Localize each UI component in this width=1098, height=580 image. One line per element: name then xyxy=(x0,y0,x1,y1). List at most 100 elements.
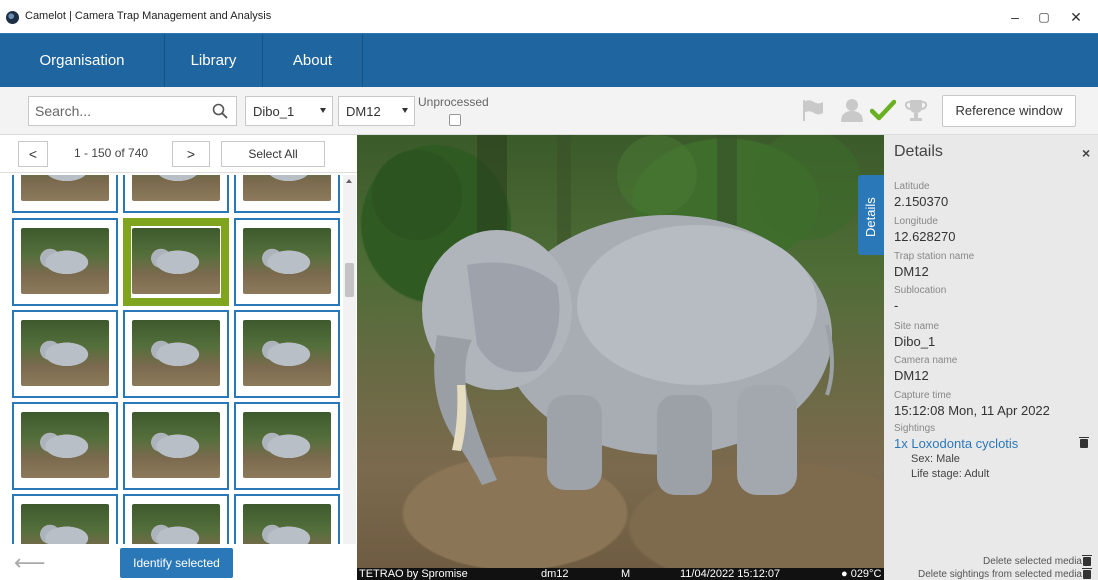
sighting-link[interactable]: 1x Loxodonta cyclotis xyxy=(894,436,1018,451)
details-tab-label: Details xyxy=(863,197,878,237)
sublocation-value: - xyxy=(894,298,899,313)
flag-icon[interactable] xyxy=(800,97,826,123)
camera-name-value: DM12 xyxy=(894,368,929,383)
thumbnail[interactable] xyxy=(12,175,118,213)
window-title: Camelot | Camera Trap Management and Ana… xyxy=(25,10,272,22)
trap-station-label: Trap station name xyxy=(894,251,975,262)
main-nav: Organisation Library About xyxy=(0,33,1098,88)
thumbnail[interactable] xyxy=(234,494,340,544)
thumbnail[interactable] xyxy=(234,218,340,306)
temperature: ● 029°C xyxy=(841,568,882,580)
latitude-label: Latitude xyxy=(894,181,930,192)
camera-id: dm12 xyxy=(541,568,569,580)
thumbnail-selected[interactable] xyxy=(123,218,229,306)
user-icon[interactable] xyxy=(839,97,865,123)
thumbnail[interactable] xyxy=(234,402,340,490)
media-library-panel: < 1 - 150 of 740 > Select All ⟵ Identify… xyxy=(0,135,357,580)
trash-icon xyxy=(1082,555,1092,566)
pagination-bar: < 1 - 150 of 740 > Select All xyxy=(0,135,357,173)
next-page-button[interactable]: > xyxy=(172,141,210,167)
thumbnail-image xyxy=(21,175,109,201)
image-caption-bar: TETRAO by Spromise dm12 M 11/04/2022 15:… xyxy=(357,568,884,580)
checkmark-icon[interactable] xyxy=(870,97,896,123)
site-name-label: Site name xyxy=(894,321,940,332)
thumbnail-grid[interactable] xyxy=(8,175,342,544)
site-select-value: Dibo_1 xyxy=(253,104,295,119)
library-bottom-bar: ⟵ Identify selected xyxy=(0,544,357,580)
scrollbar-thumb[interactable] xyxy=(345,263,354,297)
delete-sightings-link[interactable]: Delete sightings from selected media xyxy=(918,569,1082,580)
thumbnail[interactable] xyxy=(234,175,340,213)
unprocessed-label: Unprocessed xyxy=(418,95,489,109)
thumbnail-image xyxy=(132,412,220,478)
thumbnail[interactable] xyxy=(12,402,118,490)
select-all-button[interactable]: Select All xyxy=(221,141,325,167)
thumbnail[interactable] xyxy=(12,310,118,398)
thumbnail-image xyxy=(243,228,331,294)
camera-select-value: DM12 xyxy=(346,104,381,119)
nav-about[interactable]: About xyxy=(263,34,363,88)
details-title: Details xyxy=(894,143,943,160)
delete-media-link[interactable]: Delete selected media xyxy=(983,556,1082,567)
thumbnail[interactable] xyxy=(123,310,229,398)
thumbnail-image xyxy=(132,320,220,386)
thumbnail-image xyxy=(243,175,331,201)
close-icon[interactable]: × xyxy=(1082,145,1090,161)
thumbnail[interactable] xyxy=(12,218,118,306)
thumbnail-image xyxy=(243,320,331,386)
minimize-button[interactable]: – xyxy=(1000,6,1030,28)
sublocation-label: Sublocation xyxy=(894,285,947,296)
prev-page-button[interactable]: < xyxy=(18,141,48,167)
search-placeholder: Search... xyxy=(35,103,92,119)
sighting-sex: Sex: Male xyxy=(911,453,960,465)
camera-brand: TETRAO by Spromise xyxy=(359,568,468,580)
trophy-icon[interactable] xyxy=(903,97,929,123)
thumbnail[interactable] xyxy=(123,175,229,213)
capture-time-value: 15:12:08 Mon, 11 Apr 2022 xyxy=(894,403,1050,418)
thumbnail[interactable] xyxy=(12,494,118,544)
site-select[interactable]: Dibo_1 xyxy=(245,96,333,126)
reference-window-button[interactable]: Reference window xyxy=(942,95,1076,127)
page-range: 1 - 150 of 740 xyxy=(74,146,149,160)
trap-station-value: DM12 xyxy=(894,264,929,279)
longitude-value: 12.628270 xyxy=(894,229,956,244)
longitude-label: Longitude xyxy=(894,216,938,227)
details-panel: Details × Latitude 2.150370 Longitude 12… xyxy=(884,135,1098,580)
camera-mode: M xyxy=(621,568,631,580)
capture-time-label: Capture time xyxy=(894,390,952,401)
latitude-value: 2.150370 xyxy=(894,194,949,209)
nav-library[interactable]: Library xyxy=(165,34,263,88)
window-titlebar: Camelot | Camera Trap Management and Ana… xyxy=(0,0,1098,33)
camera-select[interactable]: DM12 xyxy=(338,96,415,126)
chevron-down-icon xyxy=(320,108,326,113)
thumbnail-image xyxy=(21,412,109,478)
chevron-down-icon xyxy=(402,108,408,113)
maximize-button[interactable]: ▢ xyxy=(1029,6,1059,28)
search-icon[interactable] xyxy=(212,103,228,119)
unprocessed-checkbox[interactable] xyxy=(449,114,461,126)
search-input[interactable]: Search... xyxy=(28,96,237,126)
scroll-up-icon[interactable] xyxy=(346,179,352,183)
thumbnail-scrollbar[interactable] xyxy=(343,175,356,544)
back-arrow-icon[interactable]: ⟵ xyxy=(14,550,46,576)
thumbnail[interactable] xyxy=(123,402,229,490)
thumbnail-image xyxy=(21,320,109,386)
thumbnail-image xyxy=(21,228,109,294)
trash-icon xyxy=(1082,568,1092,579)
media-viewer[interactable]: TETRAO by Spromise dm12 M 11/04/2022 15:… xyxy=(357,135,884,580)
sighting-life-stage: Life stage: Adult xyxy=(911,468,990,480)
thumbnail-image xyxy=(21,504,109,544)
thumbnail-image xyxy=(132,504,220,544)
close-window-button[interactable]: ✕ xyxy=(1061,6,1091,28)
thumbnail-image xyxy=(243,504,331,544)
details-tab[interactable]: Details xyxy=(858,175,884,255)
identify-selected-button[interactable]: Identify selected xyxy=(120,548,233,578)
nav-organisation[interactable]: Organisation xyxy=(0,34,165,88)
thumbnail[interactable] xyxy=(123,494,229,544)
camera-name-label: Camera name xyxy=(894,355,958,366)
thumbnail[interactable] xyxy=(234,310,340,398)
site-name-value: Dibo_1 xyxy=(894,334,936,349)
delete-sighting-icon[interactable] xyxy=(1079,437,1089,448)
sightings-label: Sightings xyxy=(894,423,936,434)
app-logo-icon xyxy=(6,11,19,24)
